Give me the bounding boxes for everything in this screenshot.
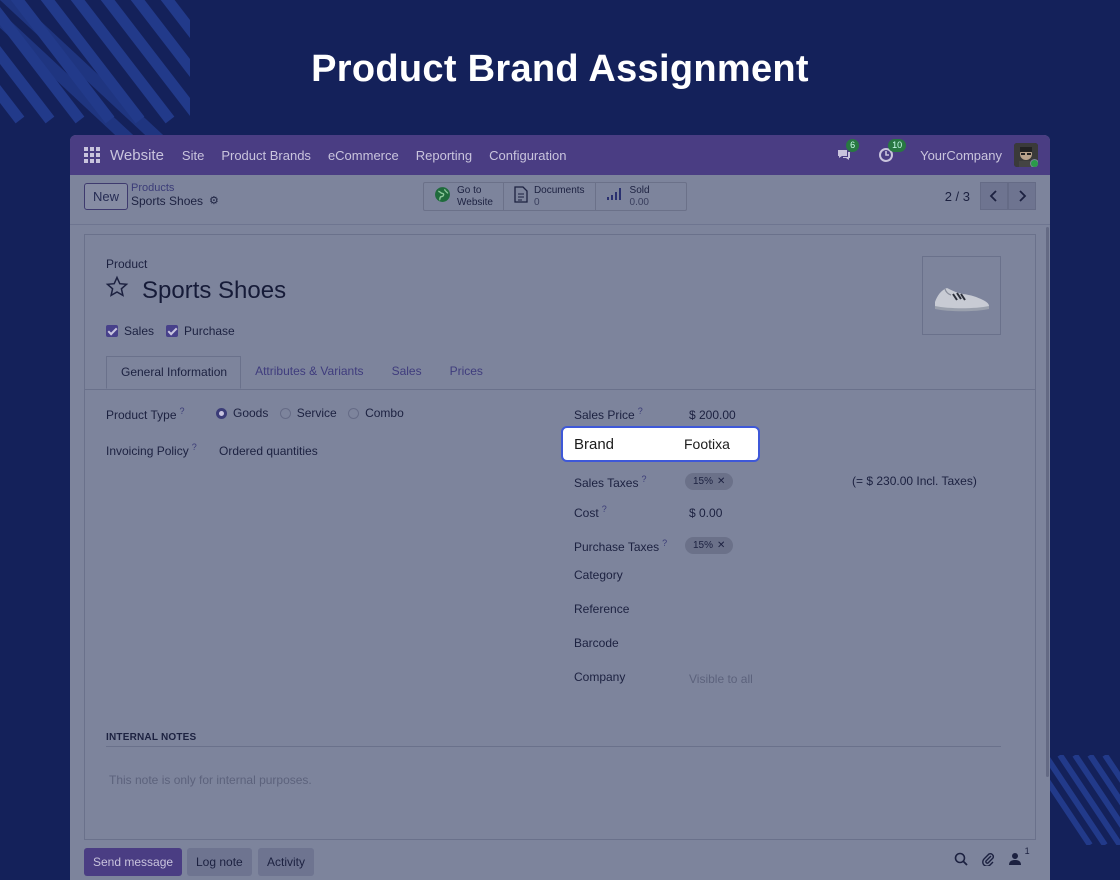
product-type-goods[interactable]: Goods [216,406,268,420]
cost-label: Cost? [574,504,607,520]
sold-value: 0.00 [629,196,649,208]
internal-notes-heading: INTERNAL NOTES [106,732,197,743]
tabs-divider [85,389,1035,390]
company-label: Company [574,670,626,684]
brand-label: Brand [574,436,615,453]
brand-field-highlight[interactable]: Brand Footixa [561,426,760,462]
messages-badge: 6 [846,139,860,152]
pager-value[interactable]: 2 / 3 [945,189,970,204]
invoicing-policy-label: Invoicing Policy? [106,442,197,458]
nav-item-reporting[interactable]: Reporting [416,148,472,163]
smart-buttons: Go to Website Documents 0 Sold 0.00 [423,182,687,211]
record-pager: 2 / 3 [945,182,1036,210]
product-type-label: Product Type? [106,406,185,422]
chatter-bar: Send message Log note Activity 1 [70,840,1050,880]
purchase-taxes-label: Purchase Taxes? [574,538,668,554]
activity-button[interactable]: Activity [258,848,315,876]
page-heading: Product Brand Assignment [311,48,809,90]
sales-checkbox[interactable] [106,325,118,337]
control-panel: New Products Sports Shoes ⚙ Go to Websit… [70,175,1050,225]
sales-price-field[interactable]: $ 200.00 [689,408,736,422]
log-note-button[interactable]: Log note [187,848,252,876]
nav-item-site[interactable]: Site [182,148,204,163]
activity-clock-icon[interactable]: 10 [878,139,907,163]
sales-tax-tag[interactable]: 15% ✕ [685,473,734,490]
sales-checkbox-label: Sales [124,324,155,338]
sales-taxes-included: (= $ 230.00 Incl. Taxes) [852,474,977,488]
tab-sales[interactable]: Sales [378,356,436,389]
decorative-stripes-bottom-right [1045,755,1120,845]
go-to-website-line1: Go to [457,184,482,196]
globe-icon [434,186,451,208]
product-type-radio-group: Goods Service Combo [216,406,412,422]
tab-attributes-variants[interactable]: Attributes & Variants [241,356,378,389]
user-avatar[interactable] [1014,143,1038,167]
nav-app-name[interactable]: Website [110,147,164,164]
product-label: Product [106,257,148,271]
remove-tag-icon[interactable]: ✕ [717,540,725,551]
paperclip-icon[interactable] [981,852,995,869]
breadcrumb-current-label: Sports Shoes [131,194,204,208]
product-name-field[interactable]: Sports Shoes [142,277,286,305]
category-label: Category [574,568,623,582]
sales-price-label: Sales Price? [574,406,643,422]
chevron-right-icon [1019,190,1027,202]
company-switcher[interactable]: YourCompany [920,148,1002,163]
documents-button[interactable]: Documents 0 [504,183,596,210]
nav-item-product-brands[interactable]: Product Brands [221,148,311,163]
new-button[interactable]: New [84,183,129,210]
followers-icon[interactable]: 1 [1009,846,1030,868]
tab-general-information[interactable]: General Information [106,356,242,389]
form-tabs: General Information Attributes & Variant… [106,356,497,389]
apps-grid-icon[interactable] [84,147,100,163]
gear-icon[interactable]: ⚙ [209,195,219,208]
favorite-star-icon[interactable] [105,275,129,299]
form-scrollbar[interactable] [1046,227,1049,777]
purchase-checkbox-label: Purchase [184,324,235,338]
next-record-button[interactable] [1008,182,1036,210]
product-image[interactable] [922,256,1001,335]
sold-label: Sold [629,184,650,196]
breadcrumb-current: Sports Shoes ⚙ [131,195,219,208]
chevron-left-icon [989,190,997,202]
previous-record-button[interactable] [980,182,1008,210]
breadcrumb: Products Sports Shoes ⚙ [131,182,219,208]
sales-taxes-label: Sales Taxes? [574,474,647,490]
brand-field[interactable]: Footixa [684,436,730,452]
activity-badge: 10 [888,139,907,152]
company-field[interactable]: Visible to all [689,672,753,686]
go-to-website-line2: Website [457,196,493,208]
documents-count: 0 [533,196,540,208]
product-form-sheet: Product Sports Shoes Sales Purchase Gene… [84,234,1036,840]
sneaker-image [934,287,989,311]
sold-button[interactable]: Sold 0.00 [596,183,686,210]
purchase-checkbox[interactable] [166,325,179,337]
followers-count: 1 [1024,846,1030,856]
product-type-combo[interactable]: Combo [348,406,404,420]
internal-notes-field[interactable]: This note is only for internal purposes. [109,773,312,787]
cost-field[interactable]: $ 0.00 [689,506,722,520]
documents-label: Documents [533,184,585,196]
tab-prices[interactable]: Prices [436,356,497,389]
internal-notes-divider [106,746,1001,747]
nav-item-configuration[interactable]: Configuration [489,148,566,163]
app-window: Website Site Product Brands eCommerce Re… [70,135,1050,880]
invoicing-policy-field[interactable]: Ordered quantities [219,444,318,458]
go-to-website-button[interactable]: Go to Website [424,183,504,210]
search-icon[interactable] [954,852,968,869]
reference-label: Reference [574,602,630,616]
send-message-button[interactable]: Send message [84,848,183,876]
product-flags: Sales Purchase [106,324,247,338]
top-navbar: Website Site Product Brands eCommerce Re… [70,135,1050,175]
bar-chart-icon [606,187,624,206]
product-type-service[interactable]: Service [279,406,337,420]
barcode-label: Barcode [574,636,619,650]
remove-tag-icon[interactable]: ✕ [717,476,725,487]
nav-item-ecommerce[interactable]: eCommerce [328,148,399,163]
purchase-tax-tag[interactable]: 15% ✕ [685,537,734,554]
online-status-dot [1030,159,1038,167]
document-icon [514,185,528,208]
messages-icon[interactable]: 6 [836,139,860,163]
